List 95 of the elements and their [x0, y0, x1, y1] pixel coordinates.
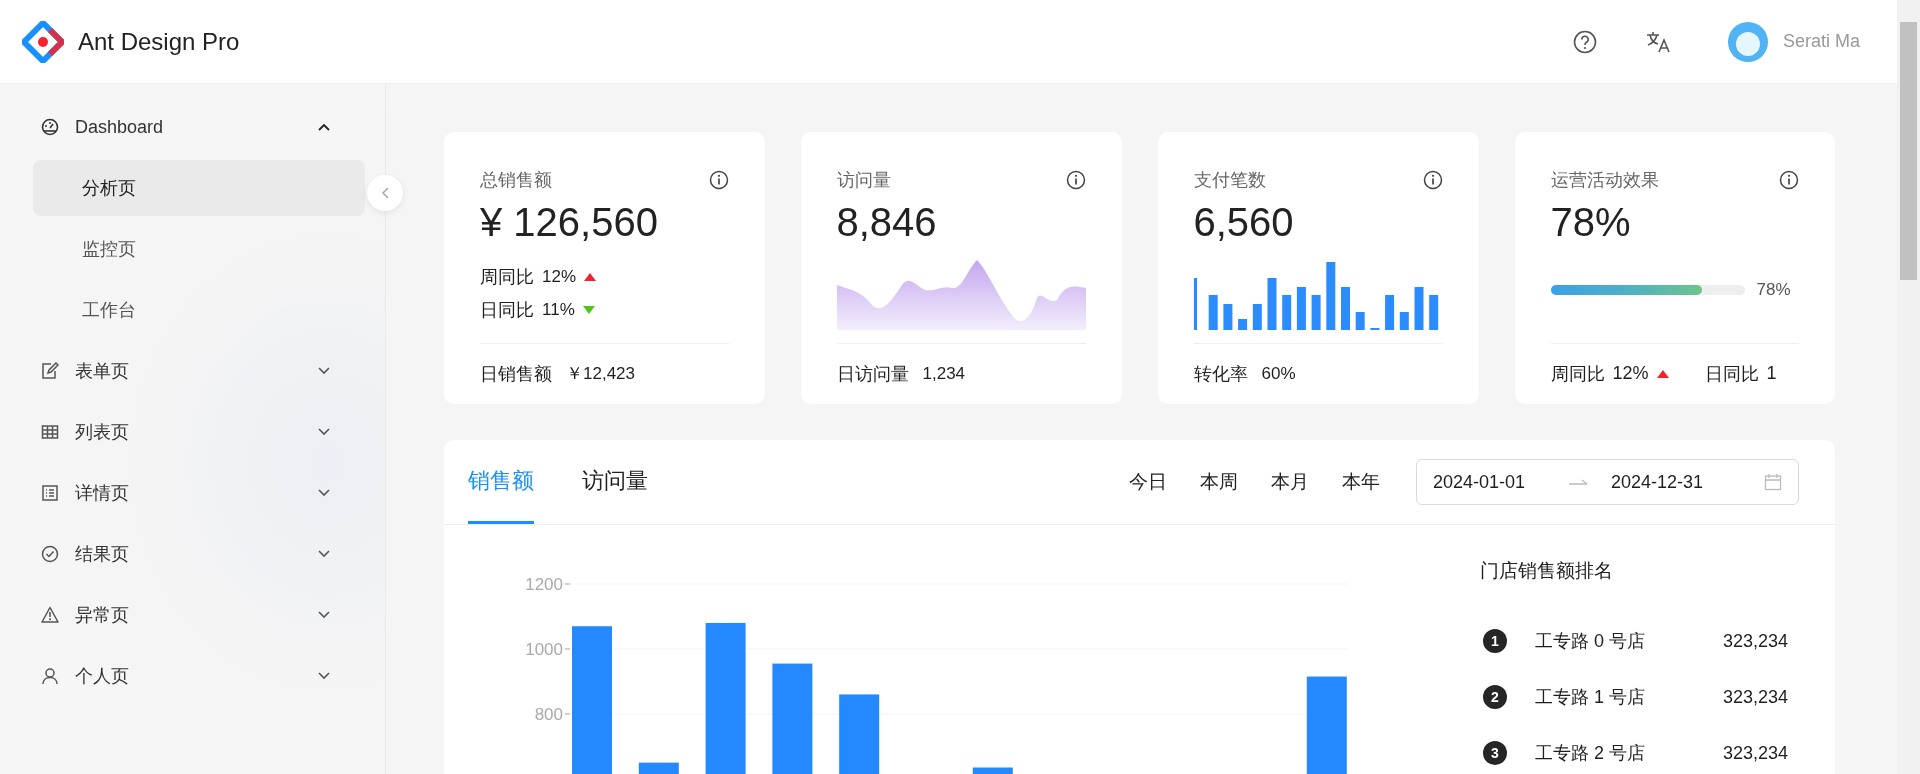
- footer-label: 日销售额: [480, 362, 552, 386]
- range-link[interactable]: 本周: [1200, 469, 1238, 495]
- user-icon: [41, 667, 59, 685]
- range-link[interactable]: 今日: [1129, 469, 1167, 495]
- trend-value: 12%: [1612, 363, 1649, 384]
- bar: [1355, 312, 1365, 330]
- bar: [1193, 278, 1197, 330]
- footer-label: 转化率: [1193, 362, 1248, 386]
- footer-value: 60%: [1261, 363, 1296, 384]
- stat-value: 6,560: [1193, 199, 1295, 246]
- chevron-down-icon: [317, 366, 331, 376]
- submenu-item[interactable]: 分析页: [33, 160, 365, 216]
- bar: [638, 762, 679, 774]
- footer-value: 1,234: [922, 363, 966, 384]
- chevron-left-icon: [380, 186, 390, 200]
- bar: [1281, 295, 1291, 330]
- date-range-picker[interactable]: 2024-01-01 2024-12-31: [1416, 459, 1799, 505]
- bar: [1208, 295, 1218, 330]
- stat-value: 78%: [1550, 199, 1632, 246]
- stat-value: ¥ 126,560: [480, 199, 659, 246]
- sales-amount: 323,234: [1722, 630, 1788, 652]
- menu-item[interactable]: 表单页: [33, 343, 365, 399]
- chevron-down-icon: [317, 427, 331, 437]
- chevron-down-icon: [317, 671, 331, 681]
- app-title: Ant Design Pro: [78, 27, 240, 56]
- info-icon[interactable]: [1779, 170, 1799, 190]
- trend-label: 日同比: [1704, 362, 1759, 386]
- stat-value: 8,846: [836, 199, 938, 246]
- bar: [1340, 287, 1350, 330]
- bar: [1399, 312, 1409, 330]
- submenu-item[interactable]: 工作台: [33, 282, 365, 338]
- chevron-down-icon: [317, 549, 331, 559]
- info-icon[interactable]: [1065, 170, 1086, 190]
- bar: [1311, 295, 1321, 330]
- sales-amount: 323,234: [1722, 686, 1788, 708]
- info-icon[interactable]: [1422, 170, 1443, 190]
- menu-item[interactable]: 异常页: [33, 587, 365, 643]
- bar: [1267, 278, 1276, 330]
- progress-reading: 78%: [1756, 280, 1791, 300]
- trend-label: 周同比: [480, 265, 534, 289]
- card-title: 运营活动效果: [1550, 169, 1659, 192]
- bar: [1414, 287, 1423, 330]
- arrow-right-icon: [1569, 478, 1589, 486]
- info-icon[interactable]: [708, 170, 729, 190]
- trend-value: 11%: [542, 299, 575, 320]
- tab[interactable]: 访问量: [582, 440, 648, 524]
- list-icon: [41, 484, 59, 502]
- menu-item[interactable]: Dashboard: [33, 99, 365, 155]
- store-name: 工专路 0 号店: [1535, 630, 1646, 653]
- chevron-down-icon: [317, 488, 331, 498]
- card-title: 支付笔数: [1193, 169, 1266, 192]
- help-icon[interactable]: [1572, 29, 1597, 54]
- warning-icon: [41, 606, 59, 624]
- bar: [1296, 287, 1306, 330]
- rank-badge: 2: [1483, 685, 1507, 709]
- card-title: 访问量: [836, 169, 891, 192]
- chevron-up-icon: [317, 122, 331, 132]
- store-name: 工专路 2 号店: [1535, 742, 1646, 765]
- calendar-icon: [1764, 473, 1782, 491]
- sales-amount: 323,234: [1722, 742, 1788, 764]
- bar: [1222, 304, 1232, 330]
- ranking-title: 门店销售额排名: [1480, 559, 1614, 583]
- dashboard-icon: [41, 118, 59, 136]
- card-title: 总销售额: [480, 169, 552, 192]
- submenu-item[interactable]: 监控页: [33, 221, 365, 277]
- bar: [1384, 295, 1394, 330]
- range-link[interactable]: 本年: [1342, 469, 1380, 495]
- bar: [1428, 295, 1438, 330]
- footer-value: ￥12,423: [566, 363, 635, 385]
- rank-badge: 3: [1483, 741, 1507, 765]
- trend-value: 12%: [542, 266, 577, 287]
- menu-item[interactable]: 列表页: [33, 404, 365, 460]
- range-link[interactable]: 本月: [1271, 469, 1309, 495]
- edit-icon: [41, 362, 59, 380]
- store-name: 工专路 1 号店: [1535, 686, 1646, 709]
- footer-label: 日访问量: [836, 362, 909, 386]
- bar: [1237, 319, 1247, 330]
- trend-label: 周同比: [1550, 362, 1605, 386]
- scrollbar-thumb[interactable]: [1900, 22, 1917, 280]
- bar: [972, 767, 1013, 774]
- translate-icon[interactable]: [1644, 29, 1671, 54]
- table-icon: [41, 423, 59, 441]
- trend-label: 日同比: [480, 298, 534, 322]
- logo-icon: [22, 20, 64, 63]
- menu-item[interactable]: 详情页: [33, 465, 365, 521]
- bar: [1252, 304, 1262, 330]
- trend-value: 1: [1766, 363, 1777, 384]
- avatar: [1726, 20, 1769, 63]
- rank-badge: 1: [1483, 629, 1507, 653]
- chevron-down-icon: [317, 610, 331, 620]
- menu-item[interactable]: 结果页: [33, 526, 365, 582]
- check-circle-icon: [41, 545, 59, 563]
- y-axis: 800 1000 1200: [525, 575, 563, 724]
- menu-item[interactable]: 个人页: [33, 648, 365, 704]
- bar: [1325, 262, 1335, 330]
